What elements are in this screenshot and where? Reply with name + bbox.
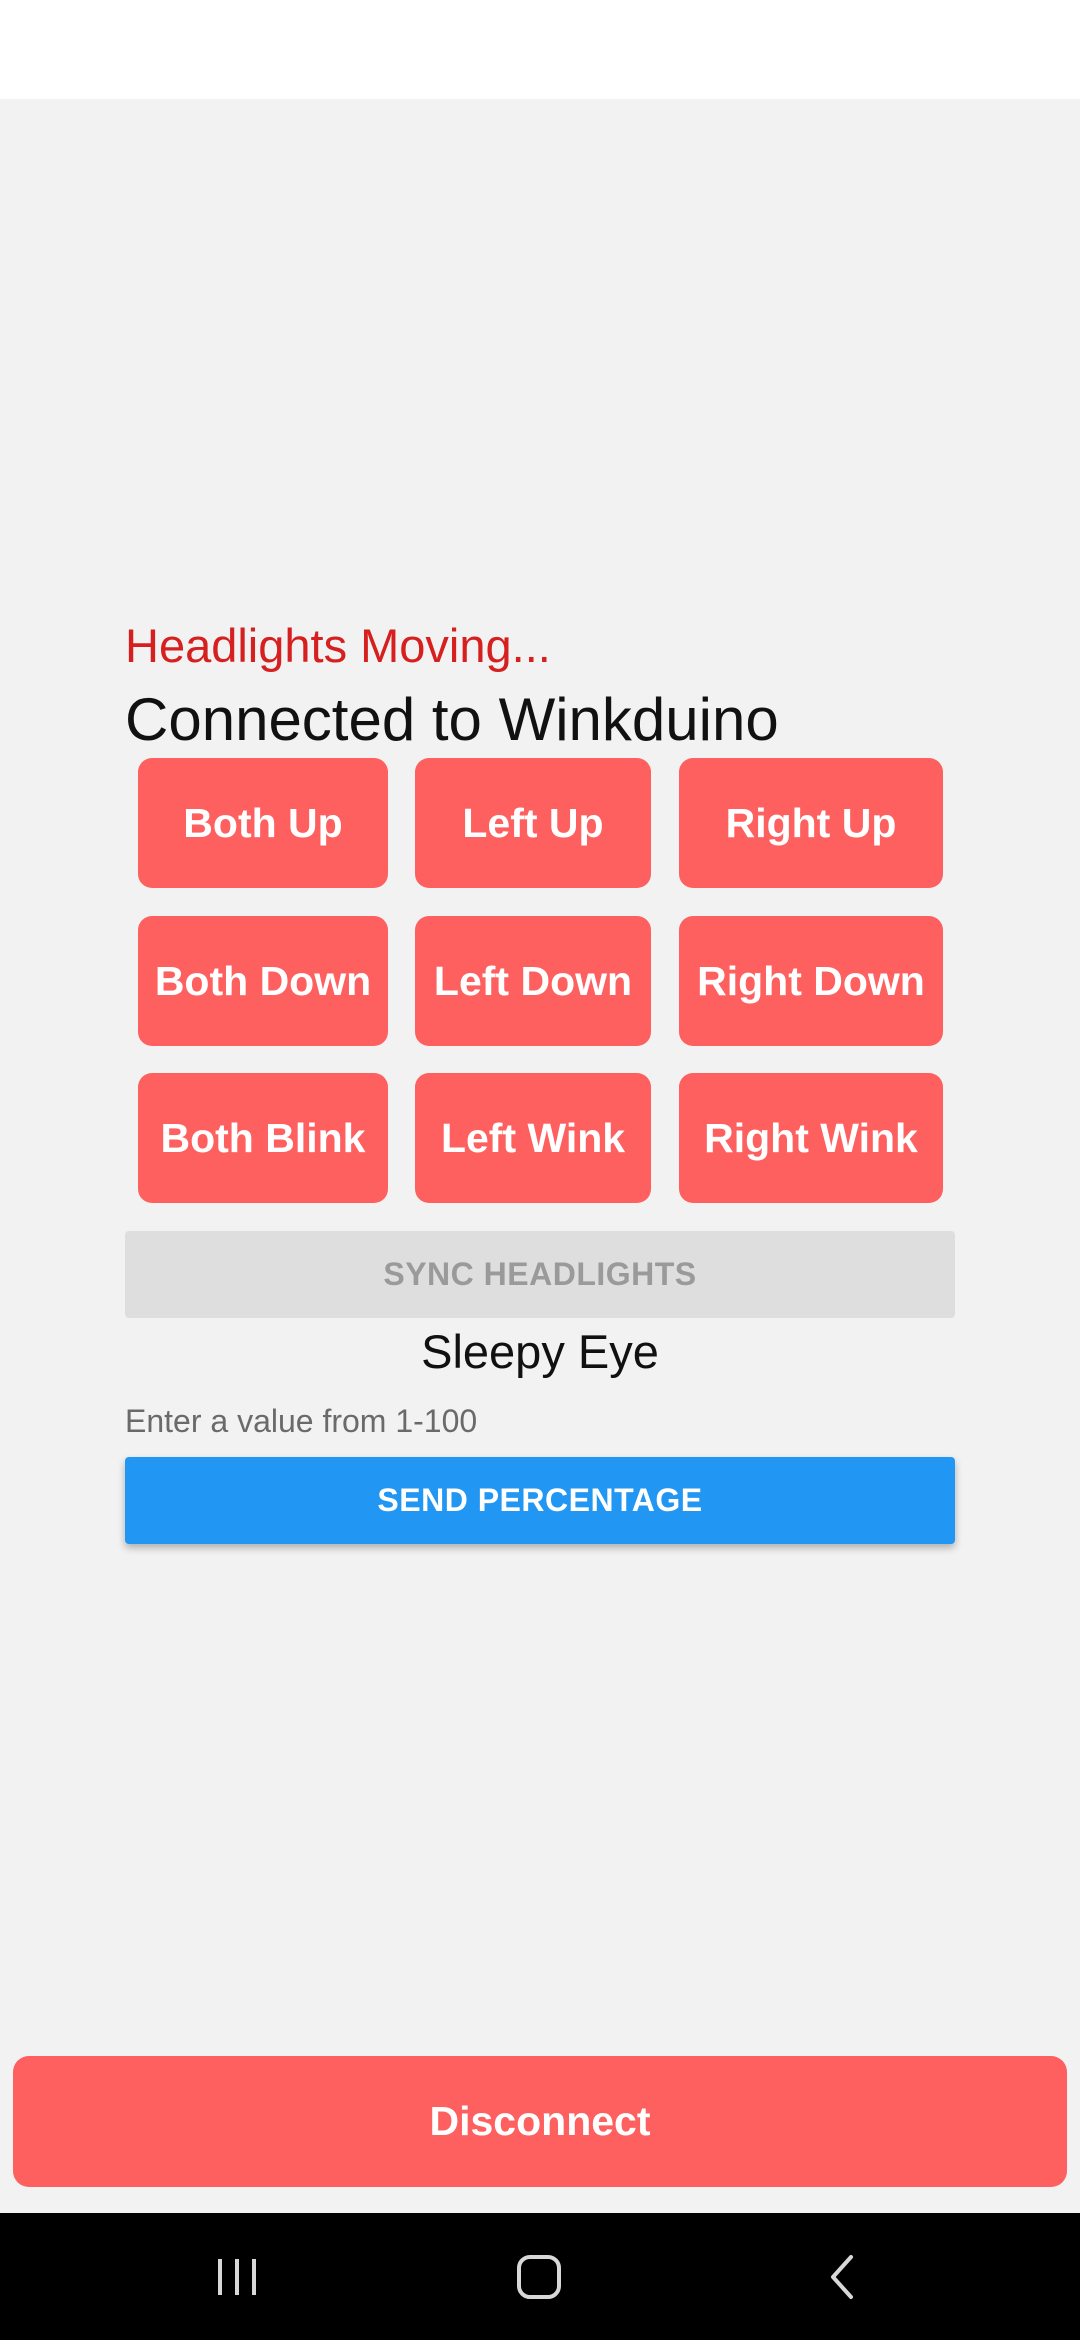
send-percentage-button[interactable]: SEND PERCENTAGE — [125, 1457, 955, 1544]
headlight-status: Headlights Moving... — [125, 619, 551, 672]
left-up-button[interactable]: Left Up — [415, 758, 651, 888]
left-wink-button[interactable]: Left Wink — [415, 1073, 651, 1203]
home-button[interactable] — [479, 2213, 599, 2340]
both-blink-button[interactable]: Both Blink — [138, 1073, 388, 1203]
back-button[interactable] — [782, 2213, 902, 2340]
status-bar — [0, 0, 1080, 99]
right-up-button[interactable]: Right Up — [679, 758, 943, 888]
disconnect-button[interactable]: Disconnect — [13, 2056, 1067, 2187]
left-down-button[interactable]: Left Down — [415, 916, 651, 1046]
right-wink-button[interactable]: Right Wink — [679, 1073, 943, 1203]
recent-apps-button[interactable] — [177, 2213, 297, 2340]
both-up-button[interactable]: Both Up — [138, 758, 388, 888]
connection-status: Connected to Winkduino — [125, 686, 779, 753]
percentage-input[interactable] — [125, 1395, 955, 1447]
sync-headlights-button[interactable]: SYNC HEADLIGHTS — [125, 1231, 955, 1318]
home-icon — [517, 2254, 561, 2299]
back-icon — [831, 2254, 853, 2299]
sleepy-eye-title: Sleepy Eye — [421, 1325, 659, 1378]
recent-apps-icon — [218, 2258, 256, 2295]
right-down-button[interactable]: Right Down — [679, 916, 943, 1046]
both-down-button[interactable]: Both Down — [138, 916, 388, 1046]
navigation-bar — [0, 2213, 1080, 2340]
